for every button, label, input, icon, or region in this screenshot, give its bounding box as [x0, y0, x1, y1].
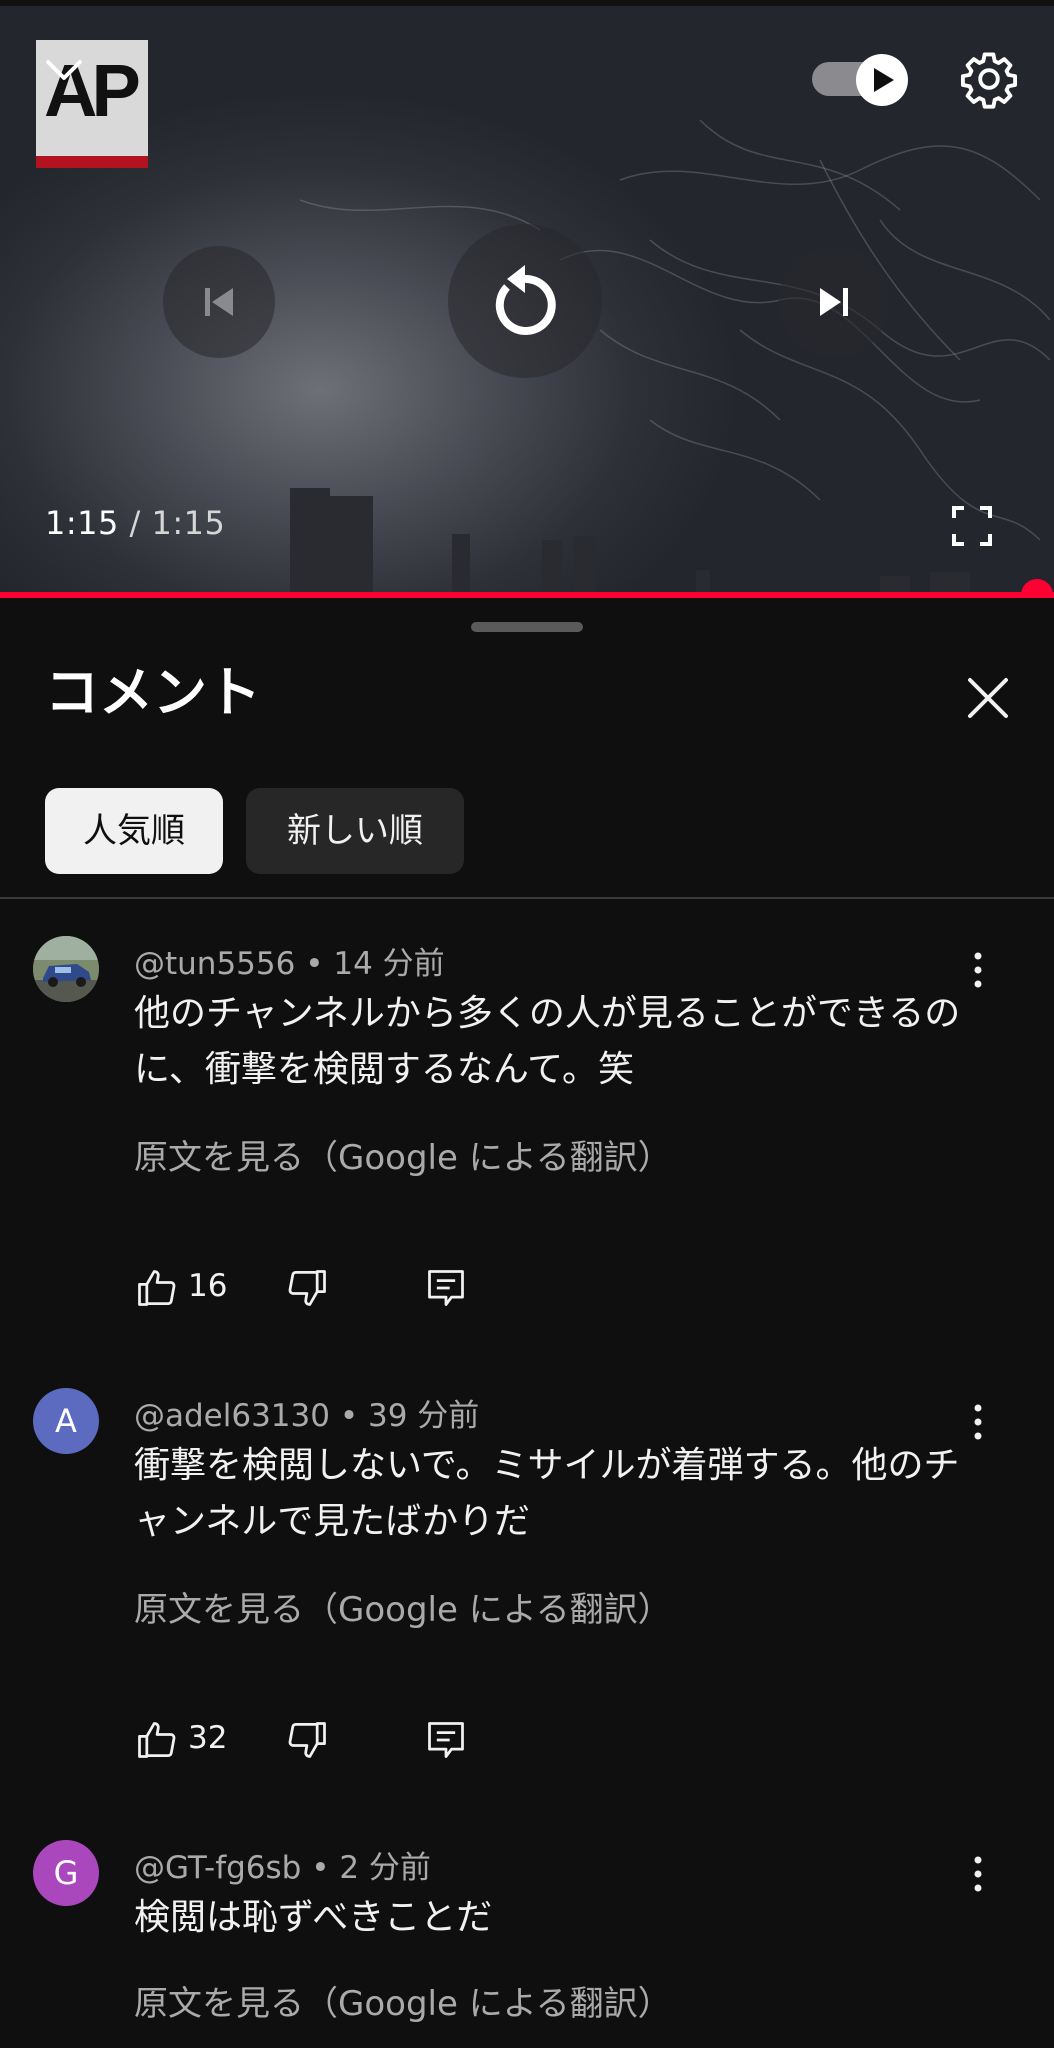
comment-actions: 32	[134, 1718, 494, 1764]
more-vert-icon[interactable]	[966, 1402, 990, 1442]
skip-previous-icon	[205, 288, 233, 316]
comment-text: 他のチャンネルから多くの人が見ることができるのに、衝撃を検閲するなんて。笑	[134, 993, 961, 1090]
see-original-link[interactable]: 原文を見る（Google による翻訳）	[134, 1582, 672, 1631]
avatar-photo	[33, 936, 99, 1002]
comment-author[interactable]: @adel63130	[134, 1398, 330, 1434]
more-vert-icon[interactable]	[966, 1854, 990, 1894]
avatar[interactable]: G	[33, 1840, 99, 1906]
replay-button[interactable]	[448, 224, 602, 378]
comment-age: 14 分前	[333, 946, 445, 982]
avatar[interactable]	[33, 936, 99, 1002]
comment-meta: @GT-fg6sb • 2 分前	[134, 1850, 431, 1886]
close-icon[interactable]	[964, 674, 1012, 722]
sort-chip-newest[interactable]: 新しい順	[246, 788, 464, 874]
divider	[0, 897, 1054, 899]
see-original-link[interactable]: 原文を見る（Google による翻訳）	[134, 1976, 672, 2025]
autoplay-toggle[interactable]	[810, 52, 910, 106]
logo-bar	[36, 156, 148, 168]
comment-text: 衝撃を検閲しないで。ミサイルが着弾する。他のチャンネルで見たばかりだ	[134, 1445, 960, 1542]
play-icon	[874, 68, 894, 92]
avatar-initial: G	[53, 1854, 79, 1892]
gear-icon[interactable]	[958, 48, 1020, 110]
thumb-up-icon[interactable]	[134, 1718, 178, 1762]
comment-meta: @adel63130 • 39 分前	[134, 1398, 480, 1434]
avatar-initial: A	[55, 1402, 77, 1440]
skip-next-icon	[820, 288, 848, 316]
like-count: 16	[188, 1268, 228, 1304]
chevron-down-icon[interactable]	[44, 58, 84, 84]
comment-meta: @tun5556 • 14 分前	[134, 946, 445, 982]
sort-chip-popular[interactable]: 人気順	[45, 788, 223, 874]
comments-panel: コメント 人気順 新しい順 @tun5556 • 14 分前 他のチャンネルから…	[0, 598, 1054, 2048]
time-total: 1:15	[151, 504, 226, 542]
comment-author[interactable]: @GT-fg6sb	[134, 1850, 301, 1886]
comment-author[interactable]: @tun5556	[134, 946, 295, 982]
thumb-down-icon[interactable]	[286, 1266, 330, 1310]
thumb-up-icon[interactable]	[134, 1266, 178, 1310]
comment-actions: 16	[134, 1266, 494, 1312]
avatar[interactable]: A	[33, 1388, 99, 1454]
time-separator: /	[118, 504, 152, 542]
fullscreen-icon[interactable]	[950, 504, 994, 548]
time-display: 1:15 / 1:15	[45, 504, 225, 542]
replay-icon	[495, 265, 556, 335]
toggle-knob	[856, 54, 908, 106]
thumb-down-icon[interactable]	[286, 1718, 330, 1762]
comment-age: 39 分前	[367, 1398, 480, 1434]
like-count: 32	[188, 1720, 228, 1756]
comment-text: 検閲は恥ずべきことだ	[134, 1897, 493, 1938]
see-original-link[interactable]: 原文を見る（Google による翻訳）	[134, 1130, 672, 1179]
previous-button[interactable]	[163, 246, 275, 358]
time-current: 1:15	[45, 504, 119, 542]
comment-age: 2 分前	[339, 1850, 431, 1886]
next-button[interactable]	[778, 246, 890, 358]
reply-icon[interactable]	[424, 1266, 468, 1310]
drag-handle[interactable]	[471, 622, 583, 632]
more-vert-icon[interactable]	[966, 950, 990, 990]
video-player[interactable]: AP 1:15 / 1:15	[0, 0, 1054, 598]
reply-icon[interactable]	[424, 1718, 468, 1762]
panel-title: コメント	[45, 661, 261, 724]
